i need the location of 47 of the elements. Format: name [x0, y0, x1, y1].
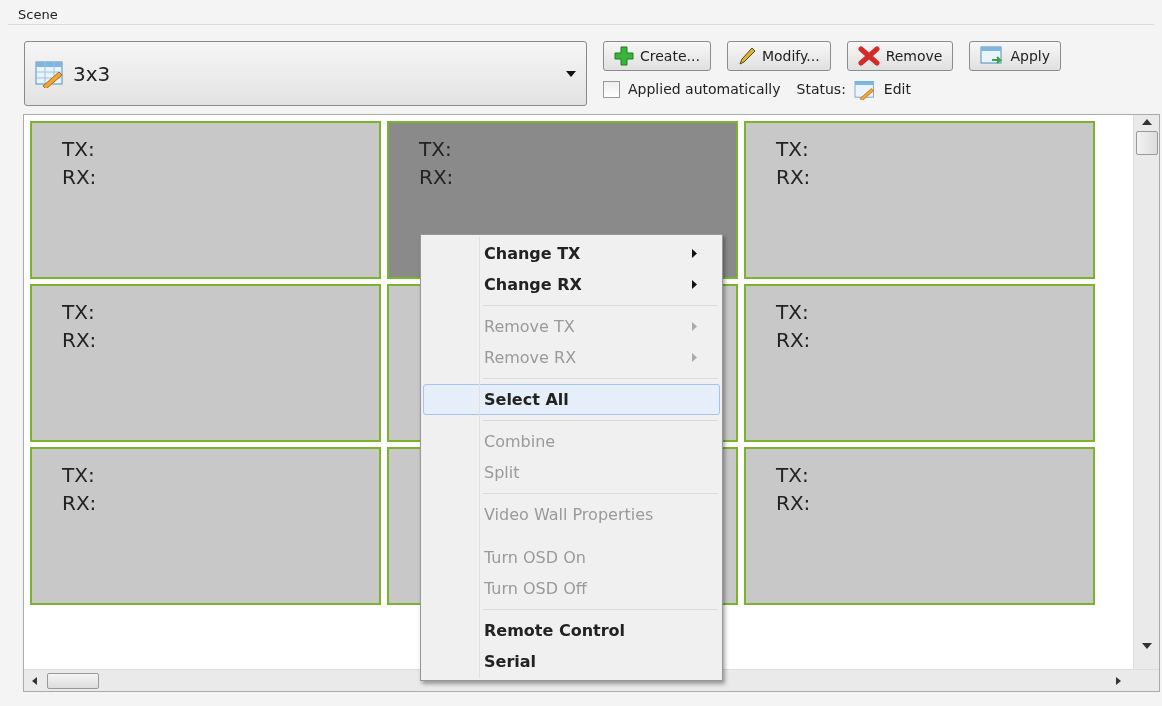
status-label: Status:: [796, 80, 846, 99]
rx-label: RX:: [62, 327, 98, 354]
rx-label: RX:: [419, 164, 455, 191]
scene-dropdown[interactable]: 3x3: [24, 41, 587, 106]
tx-label: TX:: [776, 462, 810, 489]
table-pencil-icon: [853, 79, 876, 100]
status-value: Edit: [883, 80, 911, 99]
tx-label: TX:: [419, 136, 453, 163]
display-tile[interactable]: TX: RX:: [744, 447, 1095, 605]
menu-item[interactable]: Change TX: [423, 238, 720, 269]
remove-button[interactable]: Remove: [846, 41, 954, 71]
scrollbar-thumb[interactable]: [47, 672, 99, 689]
dropdown-arrow-icon: [566, 70, 576, 77]
scroll-left-icon[interactable]: [32, 676, 37, 685]
group-title: Scene: [17, 6, 59, 24]
auto-apply-label: Applied automatically: [628, 80, 781, 99]
apply-button[interactable]: Apply: [969, 41, 1061, 71]
display-tile[interactable]: TX: RX:: [30, 121, 381, 279]
scroll-right-icon[interactable]: [1116, 676, 1121, 685]
menu-item[interactable]: Serial: [423, 646, 720, 677]
rx-label: RX:: [62, 164, 98, 191]
scrollbar-thumb[interactable]: [1135, 131, 1158, 155]
close-icon: [857, 46, 880, 66]
rx-label: RX:: [776, 164, 812, 191]
menu-item[interactable]: Select All: [423, 384, 720, 415]
vertical-scrollbar[interactable]: [1133, 115, 1159, 669]
rx-label: RX:: [776, 490, 812, 517]
plus-icon: [614, 46, 634, 66]
tx-label: TX:: [776, 136, 810, 163]
display-tile[interactable]: TX: RX:: [744, 284, 1095, 442]
tx-label: TX:: [62, 462, 96, 489]
display-tile[interactable]: TX: RX:: [30, 447, 381, 605]
modify-button[interactable]: Modify...: [726, 41, 831, 71]
menu-item[interactable]: Remote Control: [423, 615, 720, 646]
tx-label: TX:: [776, 299, 810, 326]
display-tile[interactable]: TX: RX:: [744, 121, 1095, 279]
tx-label: TX:: [62, 136, 96, 163]
rx-label: RX:: [62, 490, 98, 517]
table-pencil-icon: [35, 59, 65, 88]
scroll-down-icon[interactable]: [1141, 643, 1152, 649]
create-button[interactable]: Create...: [603, 41, 711, 71]
rx-label: RX:: [776, 327, 812, 354]
scroll-up-icon[interactable]: [1141, 119, 1152, 125]
pencil-icon: [737, 47, 756, 65]
auto-apply-checkbox[interactable]: [603, 81, 620, 98]
display-tile[interactable]: TX: RX:: [30, 284, 381, 442]
tx-label: TX:: [62, 299, 96, 326]
